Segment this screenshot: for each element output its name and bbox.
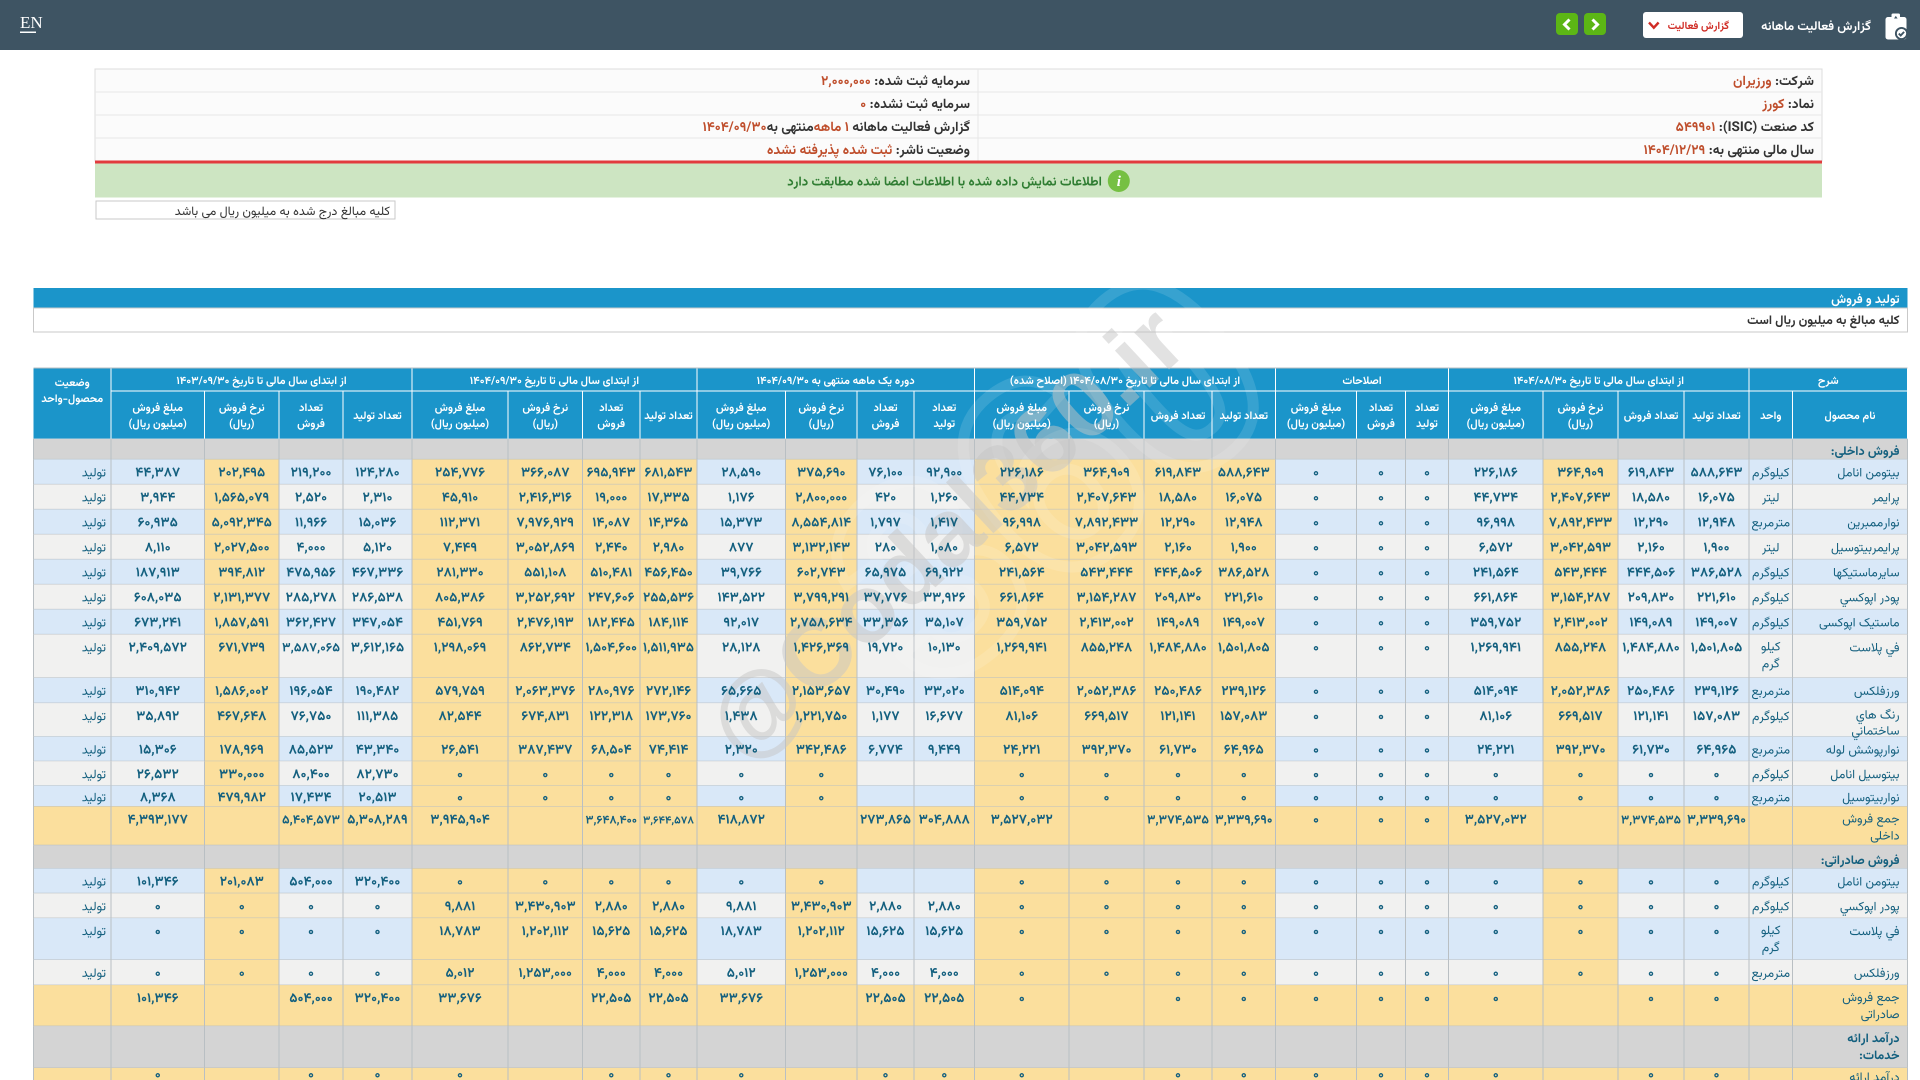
svg-text:EN: EN [20, 13, 43, 32]
